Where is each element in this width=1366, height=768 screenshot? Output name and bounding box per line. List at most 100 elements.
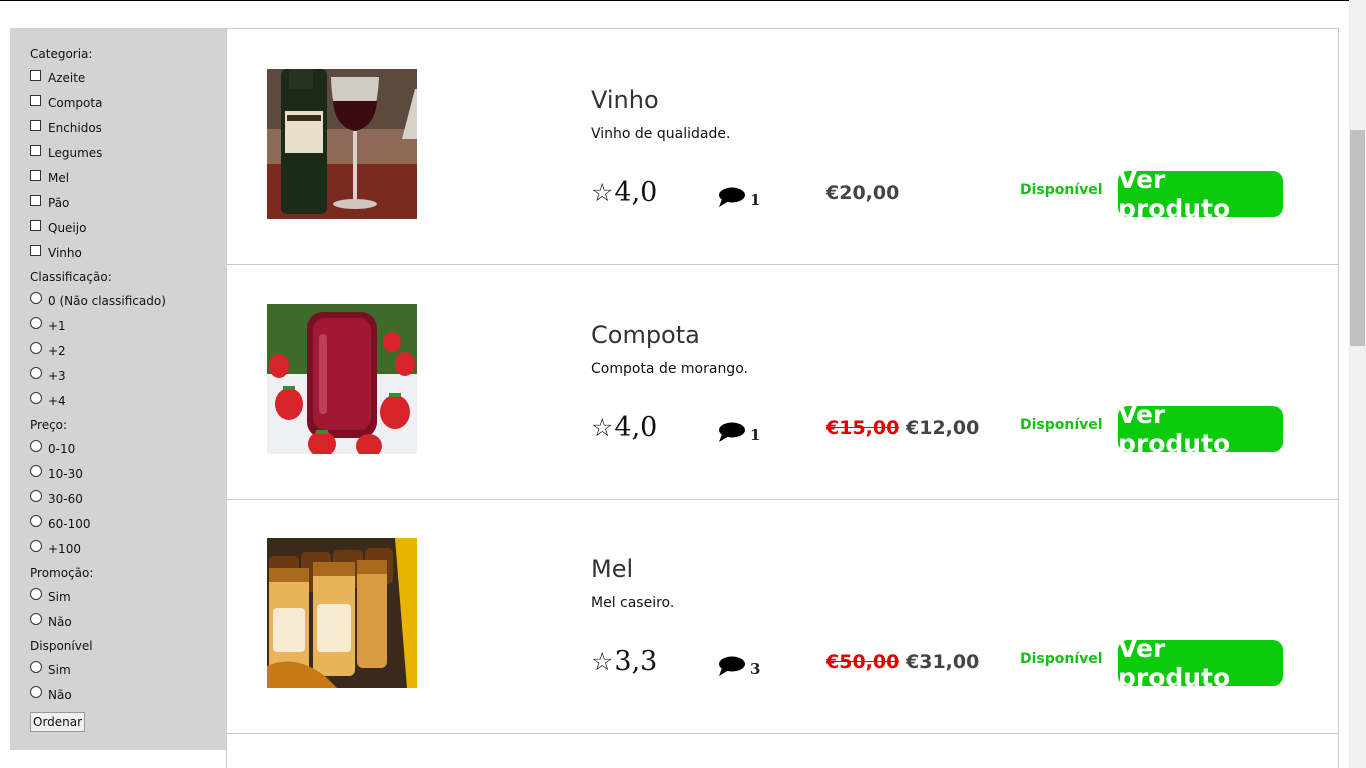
top-border — [0, 0, 1366, 1]
product-image-jam[interactable] — [267, 304, 417, 454]
price-label: +100 — [48, 542, 81, 556]
price-radio[interactable] — [30, 540, 42, 552]
rating-option[interactable]: +3 — [30, 367, 226, 385]
category-option-enchidos[interactable]: Enchidos — [30, 119, 226, 137]
product-name[interactable]: Vinho — [591, 86, 659, 114]
promo-radio[interactable] — [30, 588, 42, 600]
comment-count: 1 — [750, 191, 761, 209]
view-product-button[interactable]: Ver produto — [1118, 400, 1283, 458]
available-heading: Disponível — [30, 639, 93, 653]
rating-value: 4,0 — [614, 177, 658, 208]
product-image-wine[interactable] — [267, 69, 417, 219]
category-option-mel[interactable]: Mel — [30, 169, 226, 187]
speech-bubble-icon — [719, 187, 745, 207]
category-option-pao[interactable]: Pão — [30, 194, 226, 212]
availability-status: Disponível — [1020, 417, 1103, 433]
product-comments[interactable]: 1 — [718, 420, 760, 444]
category-checkbox[interactable] — [30, 169, 41, 181]
comment-count: 3 — [750, 660, 761, 678]
available-option-nao[interactable]: Não — [30, 686, 226, 704]
category-checkbox[interactable] — [30, 194, 41, 206]
price-option[interactable]: 30-60 — [30, 490, 226, 508]
rating-value: 4,0 — [614, 412, 658, 443]
vertical-scrollbar[interactable] — [1349, 0, 1366, 768]
rating-radio[interactable] — [30, 342, 42, 354]
rating-radio[interactable] — [30, 392, 42, 404]
price-radio[interactable] — [30, 440, 42, 452]
star-outline-icon: ☆ — [591, 413, 614, 442]
product-price: €12,00 — [906, 417, 980, 439]
available-radio[interactable] — [30, 661, 42, 673]
product-comments[interactable]: 1 — [718, 185, 760, 209]
price-option[interactable]: 10-30 — [30, 465, 226, 483]
price-option[interactable]: 0-10 — [30, 440, 226, 458]
category-label: Legumes — [48, 146, 103, 160]
promo-heading: Promoção: — [30, 566, 94, 580]
rating-radio[interactable] — [30, 292, 42, 304]
product-image-honey[interactable] — [267, 538, 417, 688]
view-product-button[interactable]: Ver produto — [1118, 634, 1283, 692]
rating-option[interactable]: +4 — [30, 392, 226, 410]
category-heading: Categoria: — [30, 47, 93, 61]
price-label: 30-60 — [48, 492, 83, 506]
promo-option-sim[interactable]: Sim — [30, 588, 226, 606]
star-outline-icon: ☆ — [591, 647, 614, 676]
price-option[interactable]: 60-100 — [30, 515, 226, 533]
price-label: 0-10 — [48, 442, 76, 456]
category-checkbox[interactable] — [30, 144, 41, 156]
price-radio[interactable] — [30, 490, 42, 502]
price-label: 10-30 — [48, 467, 83, 481]
product-list: Vinho Vinho de qualidade. ☆ 4,0 1 €20,00… — [226, 28, 1339, 768]
scrollbar-thumb[interactable] — [1350, 130, 1365, 346]
product-card: Mel Mel caseiro. ☆ 3,3 3 €50,00 €31,00 D… — [227, 498, 1338, 734]
promo-label: Sim — [48, 590, 71, 604]
product-description: Compota de morango. — [591, 361, 748, 377]
star-outline-icon: ☆ — [591, 178, 614, 207]
available-label: Sim — [48, 663, 71, 677]
availability-status: Disponível — [1020, 182, 1103, 198]
price-radio[interactable] — [30, 465, 42, 477]
rating-label: +1 — [48, 319, 66, 333]
category-option-compota[interactable]: Compota — [30, 94, 226, 112]
product-price: €31,00 — [906, 651, 980, 673]
product-rating: ☆ 3,3 — [591, 646, 657, 677]
speech-bubble-icon — [719, 656, 745, 676]
view-product-button[interactable]: Ver produto — [1118, 165, 1283, 223]
product-card: Compota Compota de morango. ☆ 4,0 1 €15,… — [227, 264, 1338, 500]
price-option[interactable]: +100 — [30, 540, 226, 558]
available-radio[interactable] — [30, 686, 42, 698]
category-label: Vinho — [48, 246, 82, 260]
rating-option[interactable]: +2 — [30, 342, 226, 360]
category-option-legumes[interactable]: Legumes — [30, 144, 226, 162]
product-card: Vinho Vinho de qualidade. ☆ 4,0 1 €20,00… — [227, 29, 1338, 265]
rating-heading: Classificação: — [30, 270, 112, 284]
category-option-azeite[interactable]: Azeite — [30, 69, 226, 87]
sort-button[interactable]: Ordenar — [30, 712, 86, 732]
product-comments[interactable]: 3 — [718, 654, 760, 678]
rating-option[interactable]: 0 (Não classificado) — [30, 292, 226, 310]
product-name[interactable]: Compota — [591, 321, 700, 349]
product-name[interactable]: Mel — [591, 555, 633, 583]
category-checkbox[interactable] — [30, 119, 41, 131]
rating-label: +2 — [48, 344, 66, 358]
category-label: Queijo — [48, 221, 87, 235]
promo-option-nao[interactable]: Não — [30, 613, 226, 631]
product-rating: ☆ 4,0 — [591, 177, 657, 208]
category-option-queijo[interactable]: Queijo — [30, 219, 226, 237]
rating-radio[interactable] — [30, 317, 42, 329]
category-label: Mel — [48, 171, 70, 185]
category-checkbox[interactable] — [30, 94, 41, 106]
category-option-vinho[interactable]: Vinho — [30, 244, 226, 262]
category-label: Compota — [48, 96, 103, 110]
available-option-sim[interactable]: Sim — [30, 661, 226, 679]
product-rating: ☆ 4,0 — [591, 412, 657, 443]
category-checkbox[interactable] — [30, 69, 41, 81]
rating-option[interactable]: +1 — [30, 317, 226, 335]
price-radio[interactable] — [30, 515, 42, 527]
category-checkbox[interactable] — [30, 244, 41, 256]
original-price: €50,00 — [826, 651, 900, 673]
category-checkbox[interactable] — [30, 219, 41, 231]
rating-radio[interactable] — [30, 367, 42, 379]
promo-radio[interactable] — [30, 613, 42, 625]
price-label: 60-100 — [48, 517, 91, 531]
